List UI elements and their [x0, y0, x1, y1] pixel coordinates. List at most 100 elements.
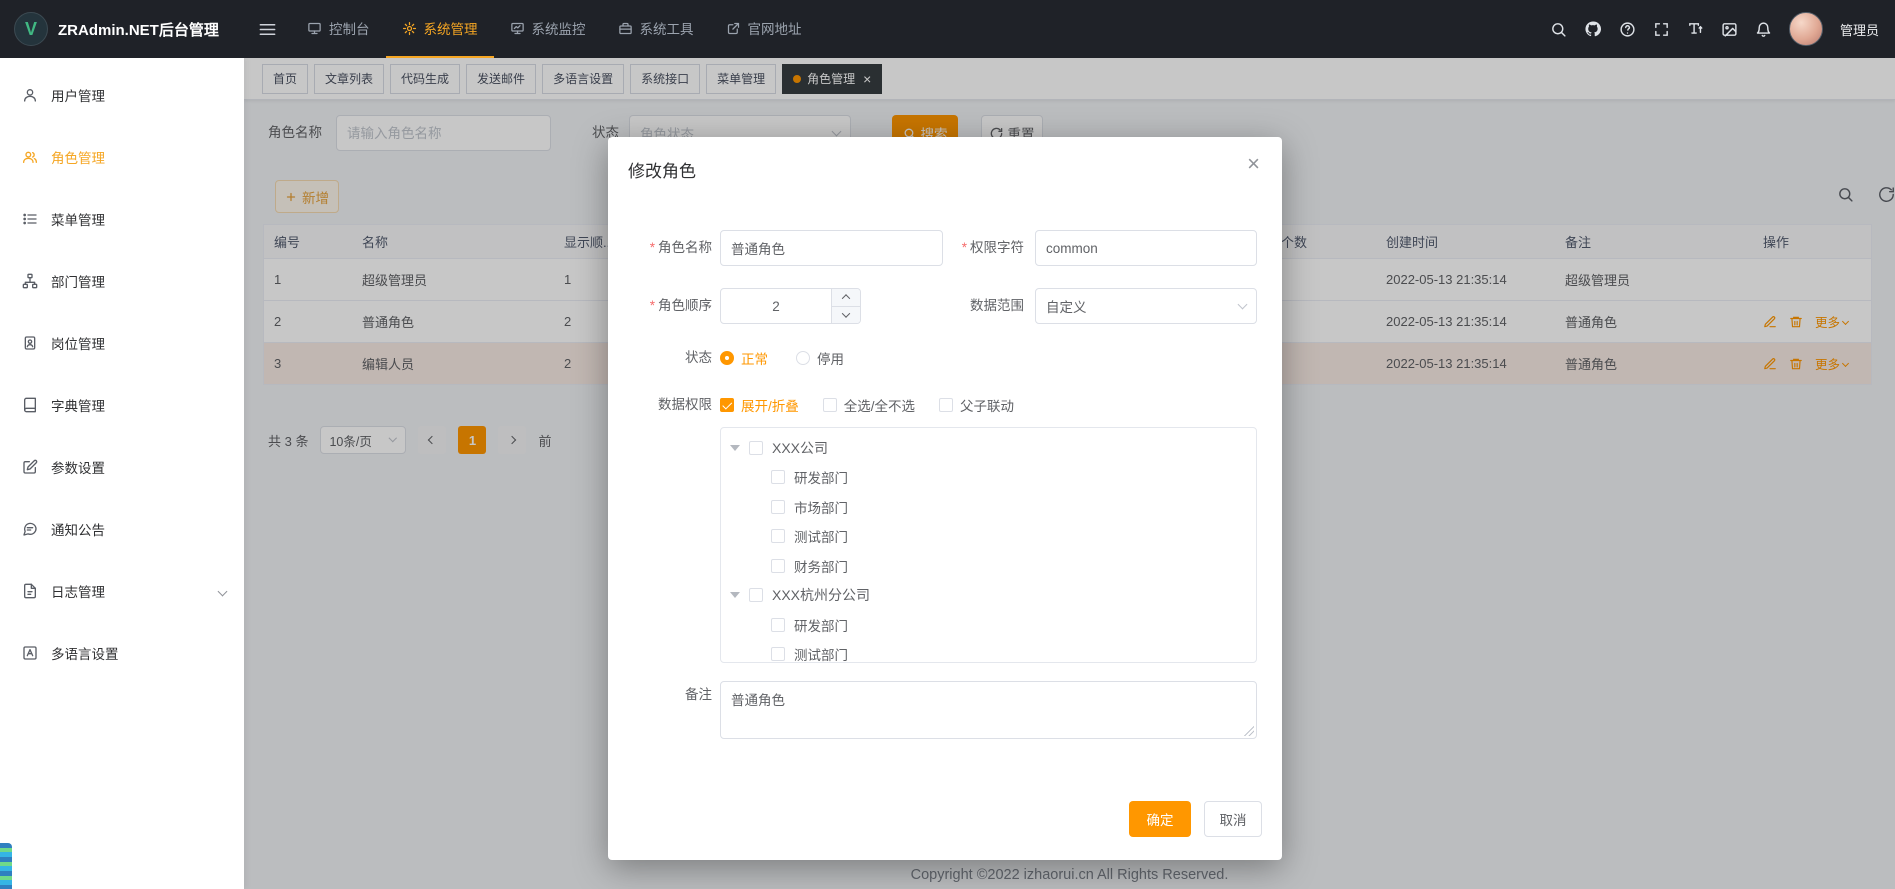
radio-status-disabled[interactable]: 停用 [796, 348, 844, 368]
remark-textarea[interactable]: 普通角色 [720, 681, 1257, 739]
permission-tree: XXX公司 研发部门 市场部门 测试部门 财务部门 XXX杭州分公司 研发部门 [720, 427, 1257, 663]
sidebar-item-i18n[interactable]: 多语言设置 [0, 622, 244, 684]
nav-item-system-monitor[interactable]: 系统监控 [494, 0, 602, 58]
sidebar-item-label: 日志管理 [51, 581, 105, 601]
top-nav: 控制台 系统管理 系统监控 系统工具 官网地址 [291, 0, 818, 58]
checkbox-box[interactable] [771, 529, 785, 543]
stepper-up-button[interactable] [832, 289, 860, 307]
avatar[interactable] [1789, 12, 1823, 46]
tree-node-label: 测试部门 [794, 526, 848, 546]
sidebar-item-label: 菜单管理 [51, 209, 105, 229]
nav-label: 控制台 [329, 18, 370, 38]
logo-icon: V [14, 12, 48, 46]
perm-string-input[interactable] [1035, 230, 1257, 266]
required-asterisk: * [650, 298, 655, 313]
fullscreen-icon[interactable] [1653, 21, 1670, 38]
hamburger-icon[interactable] [244, 0, 291, 58]
bell-icon[interactable] [1755, 21, 1772, 38]
checkbox-box[interactable] [771, 618, 785, 632]
translate-icon [22, 645, 38, 661]
checkbox-box [720, 398, 734, 412]
checkbox-box[interactable] [771, 500, 785, 514]
external-link-icon [726, 21, 741, 36]
tree-node-label: XXX杭州分公司 [772, 585, 870, 605]
book-icon [22, 397, 38, 413]
username[interactable]: 管理员 [1840, 20, 1879, 39]
checkbox-expand-collapse[interactable]: 展开/折叠 [720, 395, 799, 415]
sidebar-item-label: 通知公告 [51, 519, 105, 539]
checkbox-box[interactable] [771, 559, 785, 573]
tree-expand-icon[interactable] [730, 592, 740, 598]
stepper-down-button[interactable] [832, 307, 860, 324]
nav-item-system-admin[interactable]: 系统管理 [386, 0, 494, 58]
nav-item-website[interactable]: 官网地址 [710, 0, 818, 58]
tree-node-dept[interactable]: 研发部门 [721, 610, 1256, 640]
status-radio-group: 正常 停用 [720, 347, 844, 369]
radio-status-normal[interactable]: 正常 [720, 348, 768, 368]
document-icon [22, 583, 38, 599]
data-scope-select[interactable]: 自定义 [1035, 288, 1257, 324]
tree-node-dept[interactable]: 测试部门 [721, 640, 1256, 664]
checkbox-box [823, 398, 837, 412]
monitor-icon [510, 21, 525, 36]
tree-expand-icon[interactable] [730, 445, 740, 451]
github-icon[interactable] [1584, 20, 1602, 38]
checkbox-parent-child-link[interactable]: 父子联动 [939, 395, 1014, 415]
search-icon[interactable] [1550, 21, 1567, 38]
tree-node-company-1[interactable]: XXX公司 [721, 433, 1256, 463]
checkbox-box[interactable] [749, 441, 763, 455]
image-icon[interactable] [1721, 21, 1738, 38]
gear-icon [402, 21, 417, 36]
role-order-stepper[interactable] [720, 288, 861, 324]
tree-node-label: XXX公司 [772, 438, 828, 458]
sidebar-item-parameters[interactable]: 参数设置 [0, 436, 244, 498]
data-scope-label: 数据范围 [948, 288, 1024, 324]
sidebar-item-dictionary[interactable]: 字典管理 [0, 374, 244, 436]
topbar: V ZRAdmin.NET后台管理 控制台 系统管理 系统监控 系统工具 官网地… [0, 0, 1895, 58]
checkbox-box [939, 398, 953, 412]
nav-label: 系统管理 [424, 18, 478, 38]
role-name-input[interactable] [720, 230, 943, 266]
toolbox-icon [618, 21, 633, 36]
sidebar-item-label: 部门管理 [51, 271, 105, 291]
cancel-button[interactable]: 取消 [1204, 801, 1262, 837]
tree-node-dept[interactable]: 研发部门 [721, 463, 1256, 493]
user-icon [22, 87, 38, 103]
sidebar-item-users[interactable]: 用户管理 [0, 64, 244, 126]
sidebar-item-posts[interactable]: 岗位管理 [0, 312, 244, 374]
sidebar-item-menus[interactable]: 菜单管理 [0, 188, 244, 250]
tree-node-dept[interactable]: 测试部门 [721, 522, 1256, 552]
nav-item-system-tools[interactable]: 系统工具 [602, 0, 710, 58]
checkbox-select-all[interactable]: 全选/全不选 [823, 395, 915, 415]
corner-widget[interactable] [0, 843, 12, 889]
app-title: ZRAdmin.NET后台管理 [58, 19, 219, 40]
role-order-input[interactable] [721, 289, 831, 323]
close-icon[interactable]: × [1243, 149, 1264, 179]
sidebar-item-departments[interactable]: 部门管理 [0, 250, 244, 312]
data-scope-value: 自定义 [1046, 296, 1087, 316]
font-size-icon[interactable] [1687, 21, 1704, 38]
sidebar-item-label: 字典管理 [51, 395, 105, 415]
nav-label: 系统监控 [532, 18, 586, 38]
nav-item-console[interactable]: 控制台 [291, 0, 386, 58]
remark-label: 备注 [638, 685, 712, 705]
tree-node-dept[interactable]: 市场部门 [721, 492, 1256, 522]
checkbox-box[interactable] [771, 470, 785, 484]
message-icon [22, 521, 38, 537]
checkbox-box[interactable] [749, 588, 763, 602]
tree-node-company-2[interactable]: XXX杭州分公司 [721, 581, 1256, 611]
sidebar-item-logs[interactable]: 日志管理 [0, 560, 244, 622]
users-icon [22, 149, 38, 165]
status-label: 状态 [638, 347, 712, 369]
sidebar-item-roles[interactable]: 角色管理 [0, 126, 244, 188]
tree-node-dept[interactable]: 财务部门 [721, 551, 1256, 581]
sidebar-item-notices[interactable]: 通知公告 [0, 498, 244, 560]
chevron-down-icon [1238, 300, 1248, 310]
help-icon[interactable] [1619, 21, 1636, 38]
confirm-button[interactable]: 确定 [1129, 801, 1191, 837]
chevron-down-icon [218, 586, 228, 596]
data-permission-options: 展开/折叠 全选/全不选 父子联动 [720, 394, 1014, 416]
tree-node-label: 市场部门 [794, 497, 848, 517]
checkbox-box[interactable] [771, 647, 785, 661]
nav-label: 官网地址 [748, 18, 802, 38]
